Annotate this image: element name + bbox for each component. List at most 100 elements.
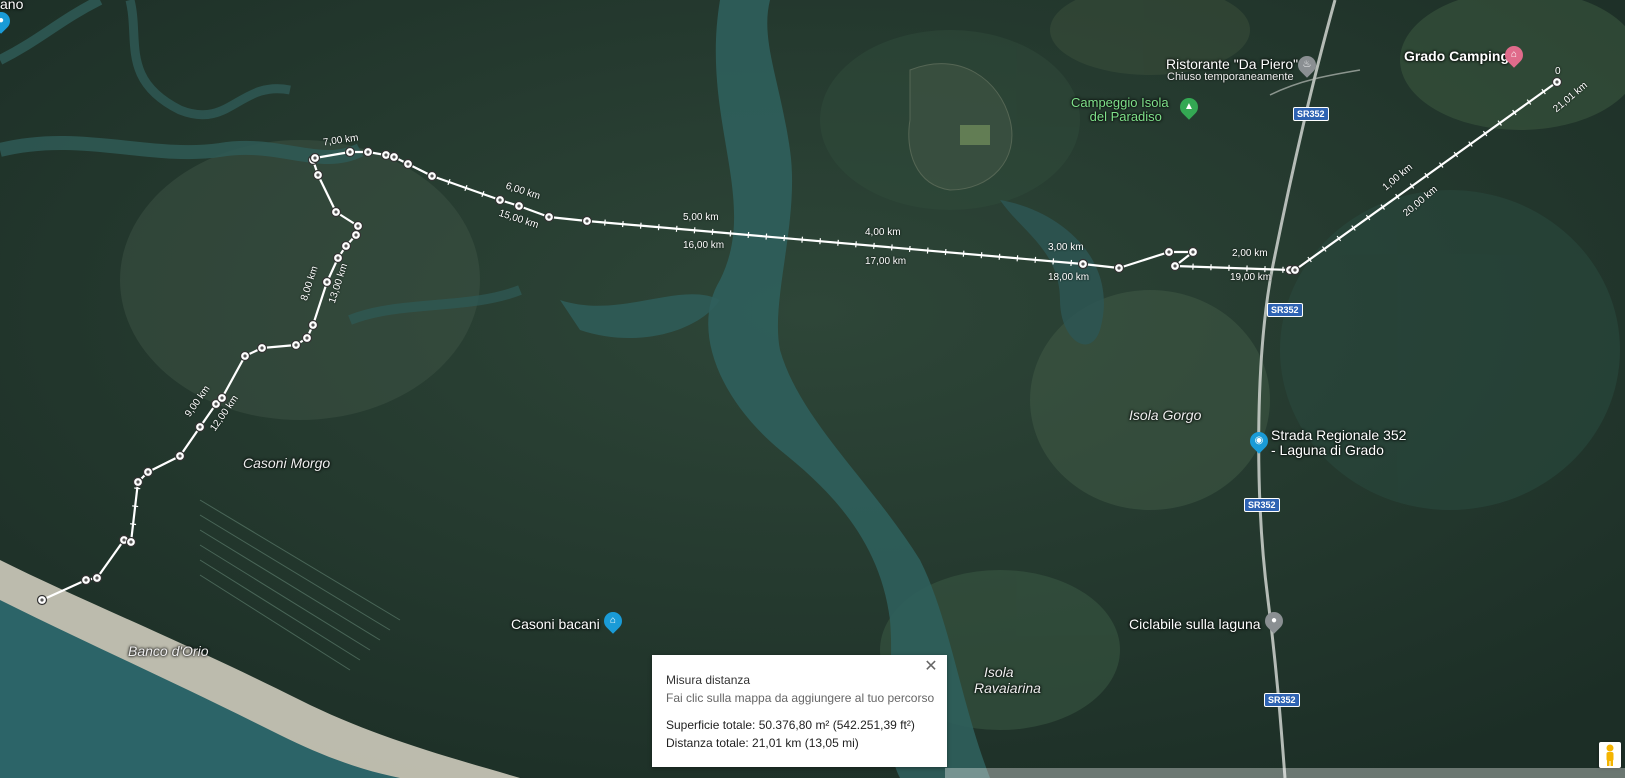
route-vertex-dot	[95, 576, 99, 580]
camping-tent-icon[interactable]: ▲	[1176, 94, 1202, 120]
place-label-partial: ano	[0, 0, 24, 12]
route-vertex-dot	[243, 354, 247, 358]
route-label-2km: 2,00 km	[1232, 248, 1268, 259]
route-tick	[819, 238, 821, 245]
route-tick	[675, 225, 678, 232]
road-shield-sr352: SR352	[1264, 693, 1300, 707]
place-campeggio-line1: Campeggio Isola	[1071, 95, 1169, 110]
route-tick	[657, 224, 660, 231]
route-label-5km: 5,00 km	[683, 212, 719, 223]
map-attribution-bar	[945, 768, 1625, 778]
route-tick	[926, 247, 929, 254]
route-tick	[783, 235, 786, 242]
place-campeggio[interactable]: Campeggio Isola del Paradiso	[1071, 96, 1169, 124]
route-vertex-dot	[84, 578, 88, 582]
place-strada-line1: Strada Regionale 352	[1271, 427, 1407, 443]
route-label-16km: 16,00 km	[683, 240, 725, 251]
route-tick	[711, 228, 714, 235]
route-label-start: 0	[1555, 66, 1561, 77]
route-vertex-dot	[406, 162, 410, 166]
road-shield-sr352: SR352	[1267, 303, 1303, 317]
route-vertex-dot	[325, 280, 329, 284]
route-label-4km: 4,00 km	[865, 227, 901, 238]
route-tick	[1034, 256, 1037, 263]
route-vertex-dot	[313, 156, 317, 160]
place-ristorante[interactable]: Ristorante "Da Piero"	[1166, 56, 1298, 72]
route-vertex-dot	[336, 256, 340, 260]
pegman-icon[interactable]	[1599, 742, 1621, 768]
route-tick	[980, 252, 983, 259]
route-vertex-dot	[517, 204, 521, 208]
route-vertex-dot	[316, 173, 320, 177]
route-vertex-dot	[1293, 268, 1297, 272]
route-label-3km: 3,00 km	[1048, 242, 1084, 253]
close-icon[interactable]: ✕	[921, 657, 941, 677]
route-tick	[962, 250, 965, 257]
place-ciclabile[interactable]: Ciclabile sulla laguna	[1129, 616, 1261, 632]
location-pin-icon[interactable]: ●	[1261, 608, 1287, 634]
route-tick	[639, 222, 642, 229]
route-tick	[134, 487, 141, 490]
route-vertex-dot	[136, 480, 140, 484]
route-tick	[944, 249, 947, 256]
route-vertex-dot	[1167, 250, 1171, 254]
restaurant-icon[interactable]: ♨	[1294, 52, 1320, 78]
route-vertex-dot	[220, 396, 224, 400]
route-tick	[837, 239, 839, 246]
route-tick	[1016, 255, 1019, 262]
landmark-icon[interactable]: ⌂	[600, 608, 626, 634]
route-tick	[747, 231, 750, 239]
route-vertex-dot	[498, 198, 502, 202]
route-vertex-dot	[1191, 250, 1195, 254]
route-vertex-dot	[294, 343, 298, 347]
route-vertex-dot	[547, 215, 551, 219]
route-label-18km: 18,00 km	[1048, 272, 1090, 283]
route-vertex-dot	[354, 233, 358, 237]
place-casoni-morgo: Casoni Morgo	[243, 455, 331, 471]
place-grado-camping[interactable]: Grado Camping	[1404, 48, 1509, 64]
route-vertex-dot	[40, 598, 44, 602]
route-vertex-dot	[366, 150, 370, 154]
route-label-19km: 19,00 km	[1230, 272, 1272, 283]
route-vertex-dot	[214, 402, 218, 406]
route-vertex-dot	[348, 150, 352, 154]
route-vertex-dot	[356, 224, 360, 228]
route-tick	[729, 230, 732, 237]
route-tick	[765, 233, 768, 240]
route-tick	[130, 523, 137, 526]
route-vertex-dot	[384, 153, 388, 157]
route-vertex-dot	[1173, 264, 1177, 268]
place-strada-line2: - Laguna di Grado	[1271, 442, 1384, 458]
route-vertex-dot	[129, 540, 133, 544]
route-vertex-dot	[334, 210, 338, 214]
road-shield-sr352: SR352	[1293, 107, 1329, 121]
route-tick	[855, 241, 857, 248]
road-shield-sr352: SR352	[1244, 498, 1280, 512]
route-tick	[132, 505, 139, 508]
route-tick	[908, 245, 911, 253]
route-vertex-dot	[146, 470, 150, 474]
place-strada-regionale[interactable]: Strada Regionale 352 - Laguna di Grado	[1271, 428, 1406, 458]
route-vertex-dot	[585, 219, 589, 223]
route-vertex-dot	[122, 538, 126, 542]
panel-title: Misura distanza	[666, 673, 751, 687]
route-vertex-dot	[344, 244, 348, 248]
place-campeggio-line2: del Paradiso	[1089, 109, 1162, 124]
route-tick	[998, 253, 1001, 260]
route-vertex-dot	[198, 425, 202, 429]
route-tick	[801, 236, 804, 243]
place-isola-ravaiarina-line1: Isola	[984, 664, 1014, 680]
place-casoni-bacani[interactable]: Casoni bacani	[511, 616, 600, 632]
route-vertex-dot	[1555, 80, 1559, 84]
place-banco-dorio: Banco d'Orio	[128, 643, 209, 659]
total-distance: Distanza totale: 21,01 km (13,05 mi)	[666, 736, 859, 750]
place-isola-ravaiarina-line2: Ravaiarina	[974, 680, 1041, 696]
place-ristorante-status: Chiuso temporaneamente	[1167, 71, 1294, 83]
camping-icon[interactable]: ⌂	[1501, 42, 1527, 68]
route-label-17km: 17,00 km	[865, 256, 907, 267]
route-vertex-dot	[1081, 262, 1085, 266]
route-tick	[890, 244, 893, 251]
route-vertex-dot	[311, 323, 315, 327]
route-tick	[604, 219, 606, 226]
camera-icon[interactable]: ◉	[1246, 428, 1272, 454]
